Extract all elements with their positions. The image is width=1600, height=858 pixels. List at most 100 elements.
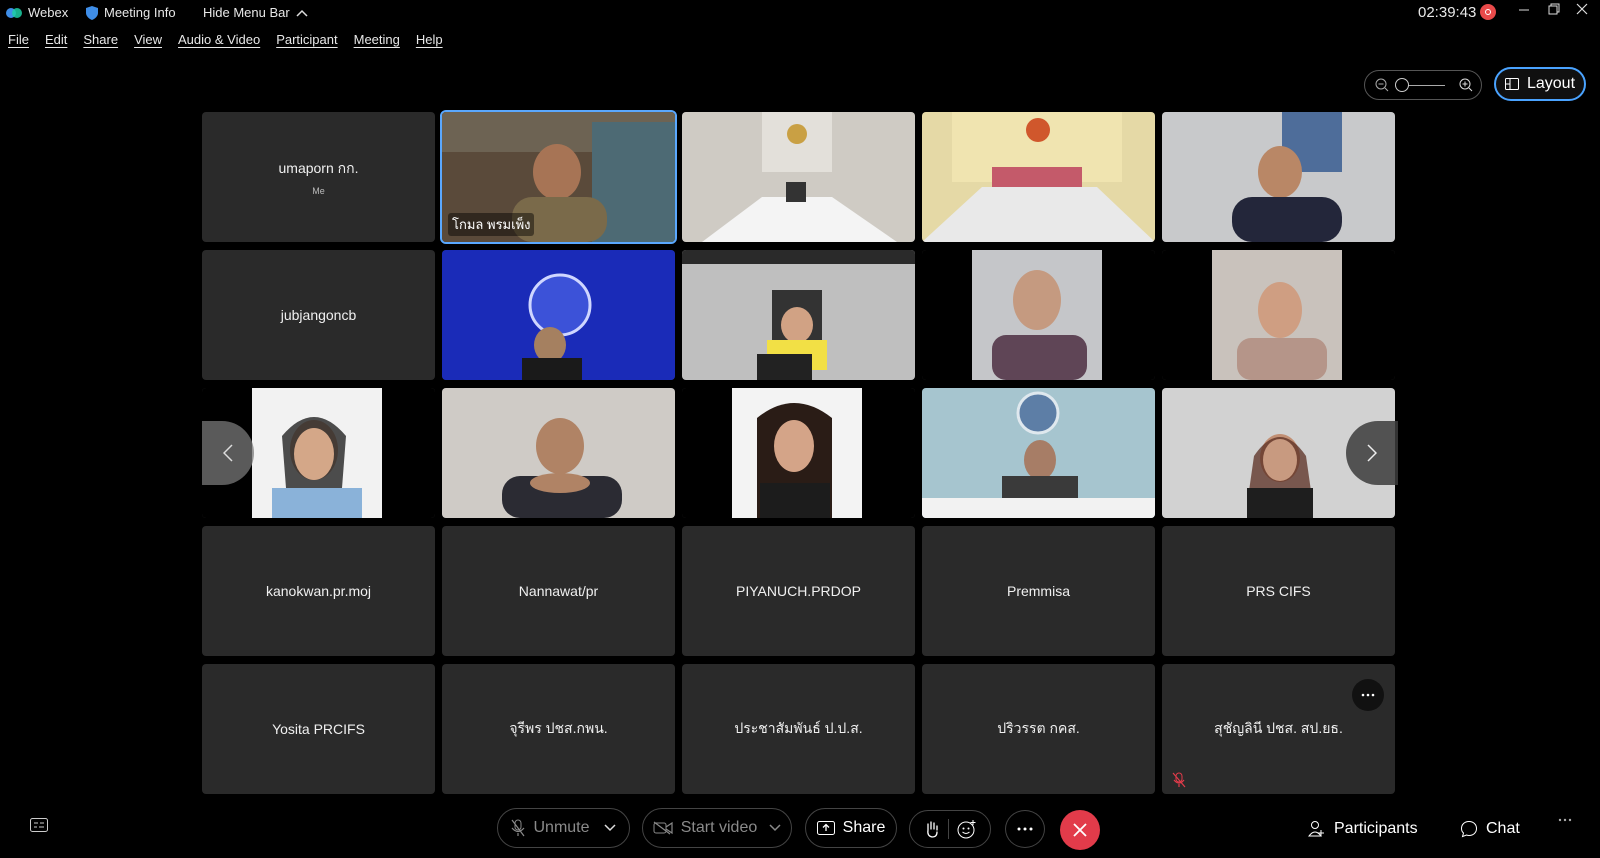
chat-label: Chat [1486, 820, 1520, 837]
participant-video-tile[interactable] [922, 112, 1155, 242]
participant-name: สุชัญลินี ปชส. สป.ยธ. [1214, 720, 1343, 736]
raise-hand-icon[interactable] [924, 820, 940, 838]
chevron-up-icon [296, 9, 308, 17]
unmute-label: Unmute [533, 819, 590, 836]
participant-name: ปริวรรต กคส. [997, 720, 1080, 736]
participant-tile[interactable]: Nannawat/pr [442, 526, 675, 656]
menu-share[interactable]: Share [83, 32, 118, 52]
chevron-down-icon[interactable] [603, 824, 616, 832]
zoom-track[interactable] [1405, 85, 1445, 86]
participant-video-tile[interactable] [922, 250, 1155, 380]
hide-menu-label: Hide Menu Bar [203, 5, 290, 20]
zoom-out-icon[interactable] [1375, 78, 1389, 92]
mic-muted-icon [512, 819, 525, 837]
participant-name: Premmisa [1006, 583, 1070, 599]
participant-name: Yosita PRCIFS [272, 721, 365, 737]
share-button[interactable]: Share [805, 808, 897, 848]
tile-more-options-button[interactable] [1352, 679, 1384, 711]
video-feed [682, 388, 915, 518]
participant-name: โกมล พรมเพ็ง [448, 213, 535, 236]
participant-name: Nannawat/pr [518, 583, 599, 599]
participant-video-tile[interactable] [922, 388, 1155, 518]
video-feed [442, 250, 675, 380]
participant-tile[interactable]: ประชาสัมพันธ์ ป.ป.ส. [682, 664, 915, 794]
meeting-timer: 02:39:43 [1418, 4, 1477, 21]
leave-meeting-button[interactable] [1060, 810, 1100, 850]
participant-video-tile[interactable] [682, 112, 915, 242]
meeting-info-label: Meeting Info [104, 5, 176, 20]
participant-name: จุรีพร ปชส.กพน. [509, 720, 608, 736]
more-icon [1558, 818, 1572, 822]
close-icon[interactable] [1570, 2, 1594, 22]
participant-tile[interactable]: PIYANUCH.PRDOP [682, 526, 915, 656]
zoom-in-icon[interactable] [1459, 78, 1473, 92]
more-options-button[interactable] [1005, 810, 1045, 848]
me-indicator: Me [312, 186, 325, 196]
participant-name: jubjangoncb [280, 307, 357, 323]
video-feed [682, 112, 915, 242]
more-icon [1017, 827, 1033, 831]
participant-tile[interactable]: PRS CIFS [1162, 526, 1395, 656]
start-video-label: Start video [680, 819, 758, 836]
start-video-button[interactable]: Start video [642, 808, 792, 848]
participant-tile[interactable]: ปริวรรต กคส. [922, 664, 1155, 794]
zoom-slider[interactable] [1364, 70, 1482, 100]
zoom-knob[interactable] [1395, 78, 1409, 92]
title-bar: Webex Meeting Info Hide Menu Bar 02:39:4… [0, 0, 1600, 24]
video-feed [442, 388, 675, 518]
chevron-down-icon[interactable] [769, 824, 781, 832]
video-off-icon [653, 821, 673, 835]
muted-mic-icon [1172, 772, 1186, 788]
participant-video-tile[interactable] [442, 388, 675, 518]
participant-name: umaporn กก. [278, 160, 359, 176]
overflow-menu-button[interactable] [1558, 818, 1572, 822]
participant-name: ประชาสัมพันธ์ ป.ป.ส. [734, 720, 863, 736]
unmute-button[interactable]: Unmute [497, 808, 630, 848]
menu-participant[interactable]: Participant [276, 32, 337, 52]
participants-icon [1308, 821, 1324, 837]
participant-name: PIYANUCH.PRDOP [736, 583, 861, 599]
video-feed [1162, 112, 1395, 242]
recording-icon[interactable] [1480, 4, 1496, 20]
participant-video-tile[interactable] [1162, 250, 1395, 380]
participants-label: Participants [1334, 820, 1418, 837]
menu-audio-video[interactable]: Audio & Video [178, 32, 260, 52]
restore-icon[interactable] [1542, 2, 1566, 22]
video-feed [922, 112, 1155, 242]
participant-video-tile[interactable]: โกมล พรมเพ็ง [440, 110, 677, 244]
participant-name: PRS CIFS [1246, 583, 1311, 599]
webex-app[interactable]: Webex [6, 5, 68, 20]
chat-icon [1460, 820, 1478, 838]
participant-tile[interactable]: จุรีพร ปชส.กพน. [442, 664, 675, 794]
participant-video-tile[interactable] [1162, 112, 1395, 242]
captions-icon[interactable] [30, 818, 48, 832]
hide-menu-bar-button[interactable]: Hide Menu Bar [203, 5, 308, 20]
participant-tile[interactable]: umaporn กก. Me [202, 112, 435, 242]
webex-logo-icon [6, 7, 22, 18]
close-icon [1073, 823, 1087, 837]
participant-tile[interactable]: Premmisa [922, 526, 1155, 656]
participant-tile[interactable]: jubjangoncb [202, 250, 435, 380]
minimize-icon[interactable] [1512, 2, 1536, 22]
layout-button[interactable]: Layout [1494, 67, 1586, 101]
menu-help[interactable]: Help [416, 32, 443, 52]
participants-button[interactable]: Participants [1308, 820, 1418, 838]
menu-edit[interactable]: Edit [45, 32, 67, 52]
participant-tile[interactable]: kanokwan.pr.moj [202, 526, 435, 656]
share-label: Share [842, 819, 886, 836]
menu-meeting[interactable]: Meeting [354, 32, 400, 52]
more-icon [1361, 693, 1375, 697]
menu-view[interactable]: View [134, 32, 162, 52]
participant-tile[interactable]: Yosita PRCIFS [202, 664, 435, 794]
meeting-info-button[interactable]: Meeting Info [86, 5, 176, 20]
emoji-reaction-icon[interactable] [957, 819, 977, 839]
menu-bar: File Edit Share View Audio & Video Parti… [0, 32, 451, 52]
participant-video-tile[interactable] [682, 250, 915, 380]
participant-video-tile[interactable] [442, 250, 675, 380]
chat-button[interactable]: Chat [1460, 820, 1520, 838]
shield-icon [86, 5, 98, 20]
share-screen-icon [816, 821, 835, 835]
menu-file[interactable]: File [8, 32, 29, 52]
participant-video-tile[interactable] [682, 388, 915, 518]
participant-name: kanokwan.pr.moj [265, 583, 372, 599]
